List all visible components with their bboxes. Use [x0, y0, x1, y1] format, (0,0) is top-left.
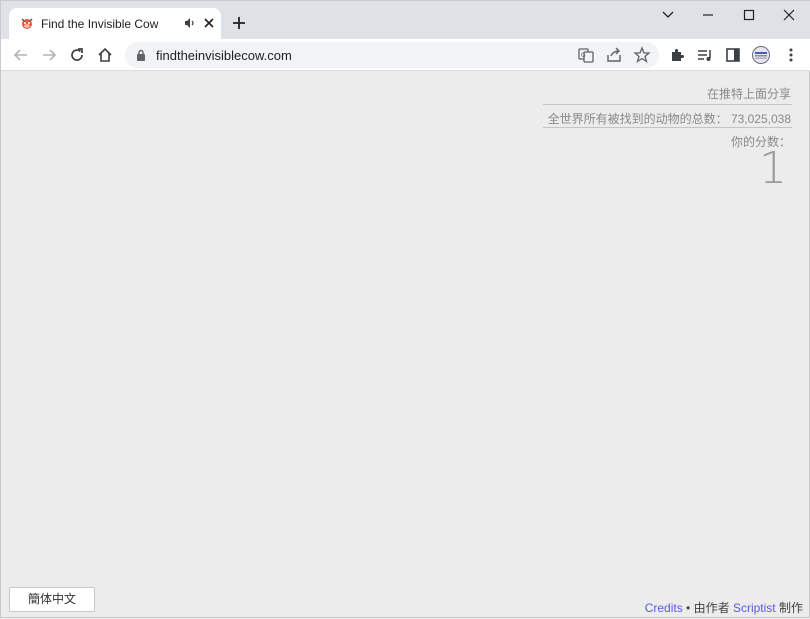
- kebab-menu-icon[interactable]: [782, 46, 800, 64]
- tab-title: Find the Invisible Cow: [41, 17, 159, 31]
- total-found-label: 全世界所有被找到的动物的总数：: [547, 112, 728, 126]
- minimize-icon[interactable]: [698, 6, 718, 24]
- back-arrow-icon[interactable]: [12, 46, 30, 64]
- browser-toolbar: findtheinvisiblecow.com G: [1, 39, 810, 71]
- credits-link[interactable]: Credits: [645, 601, 683, 615]
- cow-icon: [21, 18, 33, 29]
- share-on-twitter-link[interactable]: 在推特上面分享: [707, 85, 791, 102]
- tab-find-the-invisible-cow[interactable]: Find the Invisible Cow: [9, 8, 221, 39]
- browser-window: Find the Invisible Cow findtheinvisiblec…: [0, 0, 810, 618]
- lock-icon[interactable]: [135, 48, 147, 62]
- profile-avatar-icon[interactable]: [752, 46, 770, 64]
- footer-credits: Credits • 由作者 Scriptist 制作: [645, 599, 803, 616]
- score-value: 1: [759, 143, 787, 194]
- made-by-suffix: 制作: [778, 601, 803, 615]
- chevron-down-icon[interactable]: [658, 6, 678, 24]
- language-button[interactable]: 簡体中文: [9, 587, 95, 612]
- total-found-value: 73,025,038: [730, 112, 791, 126]
- reload-icon[interactable]: [68, 46, 86, 64]
- puzzle-icon[interactable]: [668, 46, 686, 64]
- close-icon[interactable]: [202, 16, 216, 30]
- forward-arrow-icon[interactable]: [40, 46, 58, 64]
- plus-icon[interactable]: [231, 15, 247, 31]
- side-panel-icon[interactable]: [724, 46, 742, 64]
- url-text[interactable]: findtheinvisiblecow.com: [156, 48, 292, 63]
- made-by-prefix: 由作者: [693, 601, 730, 615]
- svg-text:G: G: [581, 52, 586, 59]
- divider: [543, 104, 792, 105]
- home-icon[interactable]: [96, 46, 114, 64]
- share-icon[interactable]: [605, 46, 623, 64]
- total-found-counter: 全世界所有被找到的动物的总数： 73,025,038: [548, 110, 791, 127]
- window-close-icon[interactable]: [779, 6, 799, 24]
- translate-icon[interactable]: G: [577, 46, 595, 64]
- page-content[interactable]: 在推特上面分享 全世界所有被找到的动物的总数： 73,025,038 你的分数：…: [1, 71, 810, 619]
- media-control-icon[interactable]: [696, 46, 714, 64]
- star-icon[interactable]: [633, 46, 651, 64]
- divider: [543, 127, 792, 128]
- author-link[interactable]: Scriptist: [733, 601, 776, 615]
- address-bar[interactable]: findtheinvisiblecow.com G: [125, 42, 659, 68]
- maximize-icon[interactable]: [739, 6, 759, 24]
- tab-strip: Find the Invisible Cow: [1, 1, 810, 39]
- footer-bullet: •: [686, 601, 691, 615]
- speaker-icon[interactable]: [183, 16, 197, 30]
